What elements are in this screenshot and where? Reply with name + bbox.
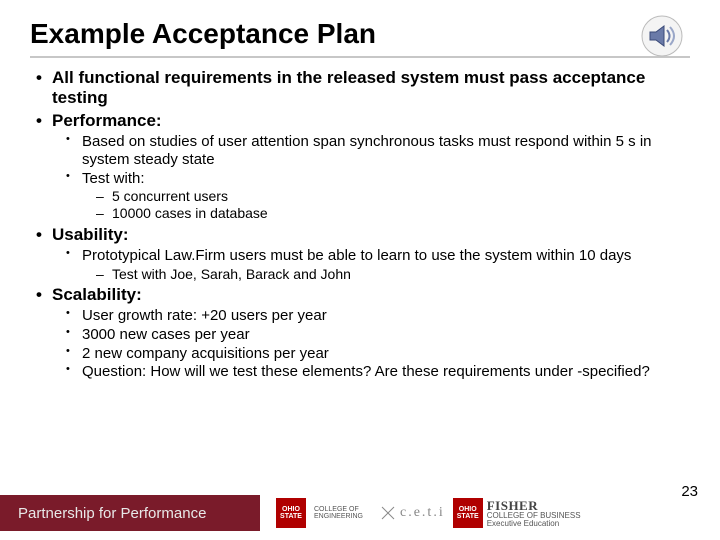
bullet-functional: All functional requirements in the relea… bbox=[52, 68, 690, 108]
bullet-usability-testwith: Test with Joe, Sarah, Barack and John bbox=[112, 266, 690, 283]
bullet-usability-learn-label: Prototypical Law.Firm users must be able… bbox=[82, 247, 631, 264]
bullet-performance-testwith: Test with: 5 concurrent users 10000 case… bbox=[82, 170, 690, 222]
bullet-acquisitions: 2 new company acquisitions per year bbox=[82, 345, 690, 363]
bullet-scalability-label: Scalability: bbox=[52, 285, 142, 304]
footer-logos: OHIO STATE COLLEGE OF ENGINEERING c.e.t.… bbox=[276, 498, 581, 528]
slide: Example Acceptance Plan All functional r… bbox=[0, 0, 720, 540]
bullet-performance-label: Performance: bbox=[52, 111, 162, 130]
bullet-cases-db: 10000 cases in database bbox=[112, 205, 690, 222]
bullet-concurrent-users: 5 concurrent users bbox=[112, 188, 690, 205]
fisher-big: FISHER bbox=[487, 499, 581, 512]
title-divider bbox=[30, 56, 690, 58]
footer: Partnership for Performance OHIO STATE C… bbox=[0, 486, 720, 540]
fisher-small2: Executive Education bbox=[487, 520, 581, 528]
ceti-x-icon bbox=[380, 505, 396, 521]
bullet-usability-label: Usability: bbox=[52, 225, 129, 244]
bullet-usability: Usability: Prototypical Law.Firm users m… bbox=[52, 225, 690, 283]
engineering-logo: COLLEGE OF ENGINEERING bbox=[314, 506, 372, 520]
fisher-text: FISHER COLLEGE OF BUSINESS Executive Edu… bbox=[487, 499, 581, 528]
footer-tagline: Partnership for Performance bbox=[0, 495, 260, 531]
eng-line2: ENGINEERING bbox=[314, 513, 372, 520]
fisher-logo: OHIO STATE FISHER COLLEGE OF BUSINESS Ex… bbox=[453, 498, 581, 528]
osu-logo-icon: OHIO STATE bbox=[276, 498, 306, 528]
bullet-testwith-label: Test with: bbox=[82, 170, 145, 187]
page-title: Example Acceptance Plan bbox=[30, 18, 690, 50]
bullet-performance: Performance: Based on studies of user at… bbox=[52, 111, 690, 222]
bullet-new-cases: 3000 new cases per year bbox=[82, 326, 690, 344]
ceti-text: c.e.t.i bbox=[400, 505, 445, 521]
bullet-usability-learn: Prototypical Law.Firm users must be able… bbox=[82, 247, 690, 282]
bullet-question: Question: How will we test these element… bbox=[82, 363, 690, 381]
bullet-scalability: Scalability: User growth rate: +20 users… bbox=[52, 285, 690, 381]
speaker-icon bbox=[640, 14, 684, 63]
content-list: All functional requirements in the relea… bbox=[30, 68, 690, 381]
ceti-logo: c.e.t.i bbox=[380, 505, 445, 521]
eng-line1: COLLEGE OF bbox=[314, 506, 372, 513]
osu-logo-icon-2: OHIO STATE bbox=[453, 498, 483, 528]
bullet-performance-attention: Based on studies of user attention span … bbox=[82, 133, 690, 168]
bullet-user-growth: User growth rate: +20 users per year bbox=[82, 307, 690, 325]
